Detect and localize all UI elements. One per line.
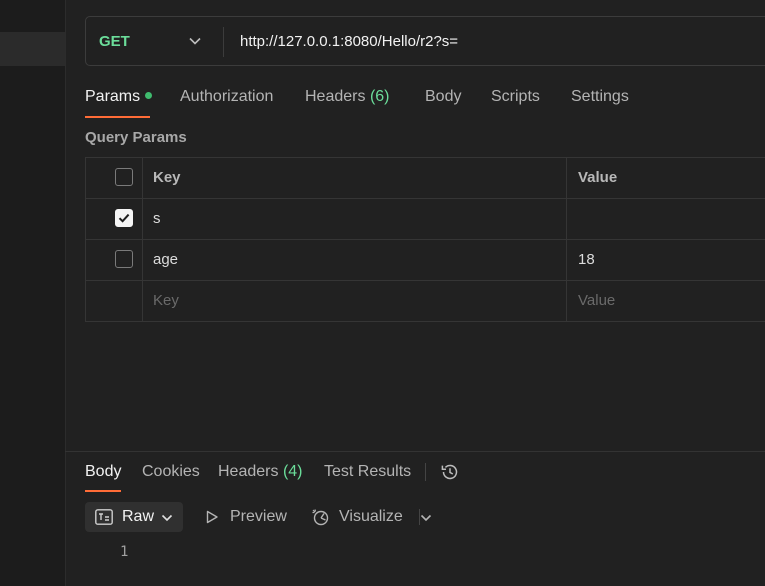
row-checkbox-cell (86, 240, 143, 280)
check-icon (118, 213, 130, 223)
raw-format-button[interactable]: Raw (85, 502, 183, 532)
tab-scripts-label: Scripts (491, 88, 540, 105)
tab-response-body-underline (85, 490, 121, 492)
tab-params[interactable]: Params (85, 86, 153, 118)
request-url-bar: GET http://127.0.0.1:8080/Hello/r2?s= (85, 16, 765, 66)
left-sidebar-strip (0, 0, 66, 586)
tab-response-body-label: Body (85, 463, 122, 480)
select-all-checkbox[interactable] (115, 168, 133, 186)
line-number: 1 (120, 544, 129, 560)
raw-format-label: Raw (122, 508, 155, 525)
sidebar-selected-item[interactable] (0, 32, 65, 66)
tab-response-headers-label: Headers (218, 463, 279, 480)
param-value-input[interactable] (567, 199, 765, 239)
row-checkbox[interactable] (115, 250, 133, 268)
key-column-header: Key (142, 158, 567, 198)
tab-settings[interactable]: Settings (571, 86, 629, 118)
chevron-down-icon[interactable] (188, 34, 202, 48)
tab-params-underline (85, 116, 150, 118)
param-value-input[interactable]: 18 (567, 240, 765, 280)
tab-headers-label: Headers (305, 88, 366, 105)
method-select-label[interactable]: GET (99, 17, 130, 67)
tab-test-results[interactable]: Test Results (324, 463, 411, 493)
tab-headers[interactable]: Headers (6) (305, 86, 390, 118)
tab-params-label: Params (85, 88, 141, 105)
new-key-input[interactable]: Key (142, 281, 567, 321)
value-column-header: Value (578, 169, 618, 186)
url-divider (223, 27, 224, 57)
query-params-table: Key Value s age 18 Key Value (85, 157, 765, 322)
tab-response-headers-count: (4) (282, 463, 303, 480)
chevron-down-icon[interactable] (420, 511, 432, 528)
param-key-input[interactable]: age (142, 240, 567, 280)
preview-label: Preview (230, 508, 287, 525)
query-params-title: Query Params (85, 129, 187, 146)
param-key-input[interactable]: s (142, 199, 567, 239)
tab-response-body[interactable]: Body (85, 463, 121, 493)
tab-headers-count: (6) (369, 88, 390, 105)
table-header-row: Key Value (86, 158, 765, 199)
new-value-input[interactable]: Value (567, 281, 765, 321)
tab-cookies[interactable]: Cookies (142, 463, 200, 493)
row-checkbox-cell (86, 281, 143, 321)
chevron-down-icon (161, 511, 173, 528)
tab-body[interactable]: Body (425, 86, 461, 118)
visualize-label: Visualize (339, 508, 403, 525)
table-row-new: Key Value (86, 281, 765, 322)
tab-settings-label: Settings (571, 88, 629, 105)
table-row: s (86, 199, 765, 240)
select-all-cell (86, 158, 143, 198)
row-checkbox[interactable] (115, 209, 133, 227)
url-input[interactable]: http://127.0.0.1:8080/Hello/r2?s= (240, 17, 458, 67)
tab-authorization[interactable]: Authorization (180, 86, 273, 118)
visualize-icon (311, 508, 331, 530)
tab-test-results-label: Test Results (324, 463, 412, 480)
table-row: age 18 (86, 240, 765, 281)
tab-response-headers[interactable]: Headers (4) (218, 463, 303, 493)
response-panel-divider[interactable] (65, 451, 765, 452)
play-icon (205, 510, 219, 528)
tab-scripts[interactable]: Scripts (491, 86, 540, 118)
tabs-separator (425, 463, 426, 481)
text-format-icon (95, 509, 113, 529)
history-icon[interactable] (440, 462, 460, 486)
tab-body-label: Body (425, 88, 462, 105)
tab-cookies-label: Cookies (142, 463, 200, 480)
tab-authorization-label: Authorization (180, 88, 274, 105)
row-checkbox-cell (86, 199, 143, 239)
params-active-dot (145, 92, 153, 100)
